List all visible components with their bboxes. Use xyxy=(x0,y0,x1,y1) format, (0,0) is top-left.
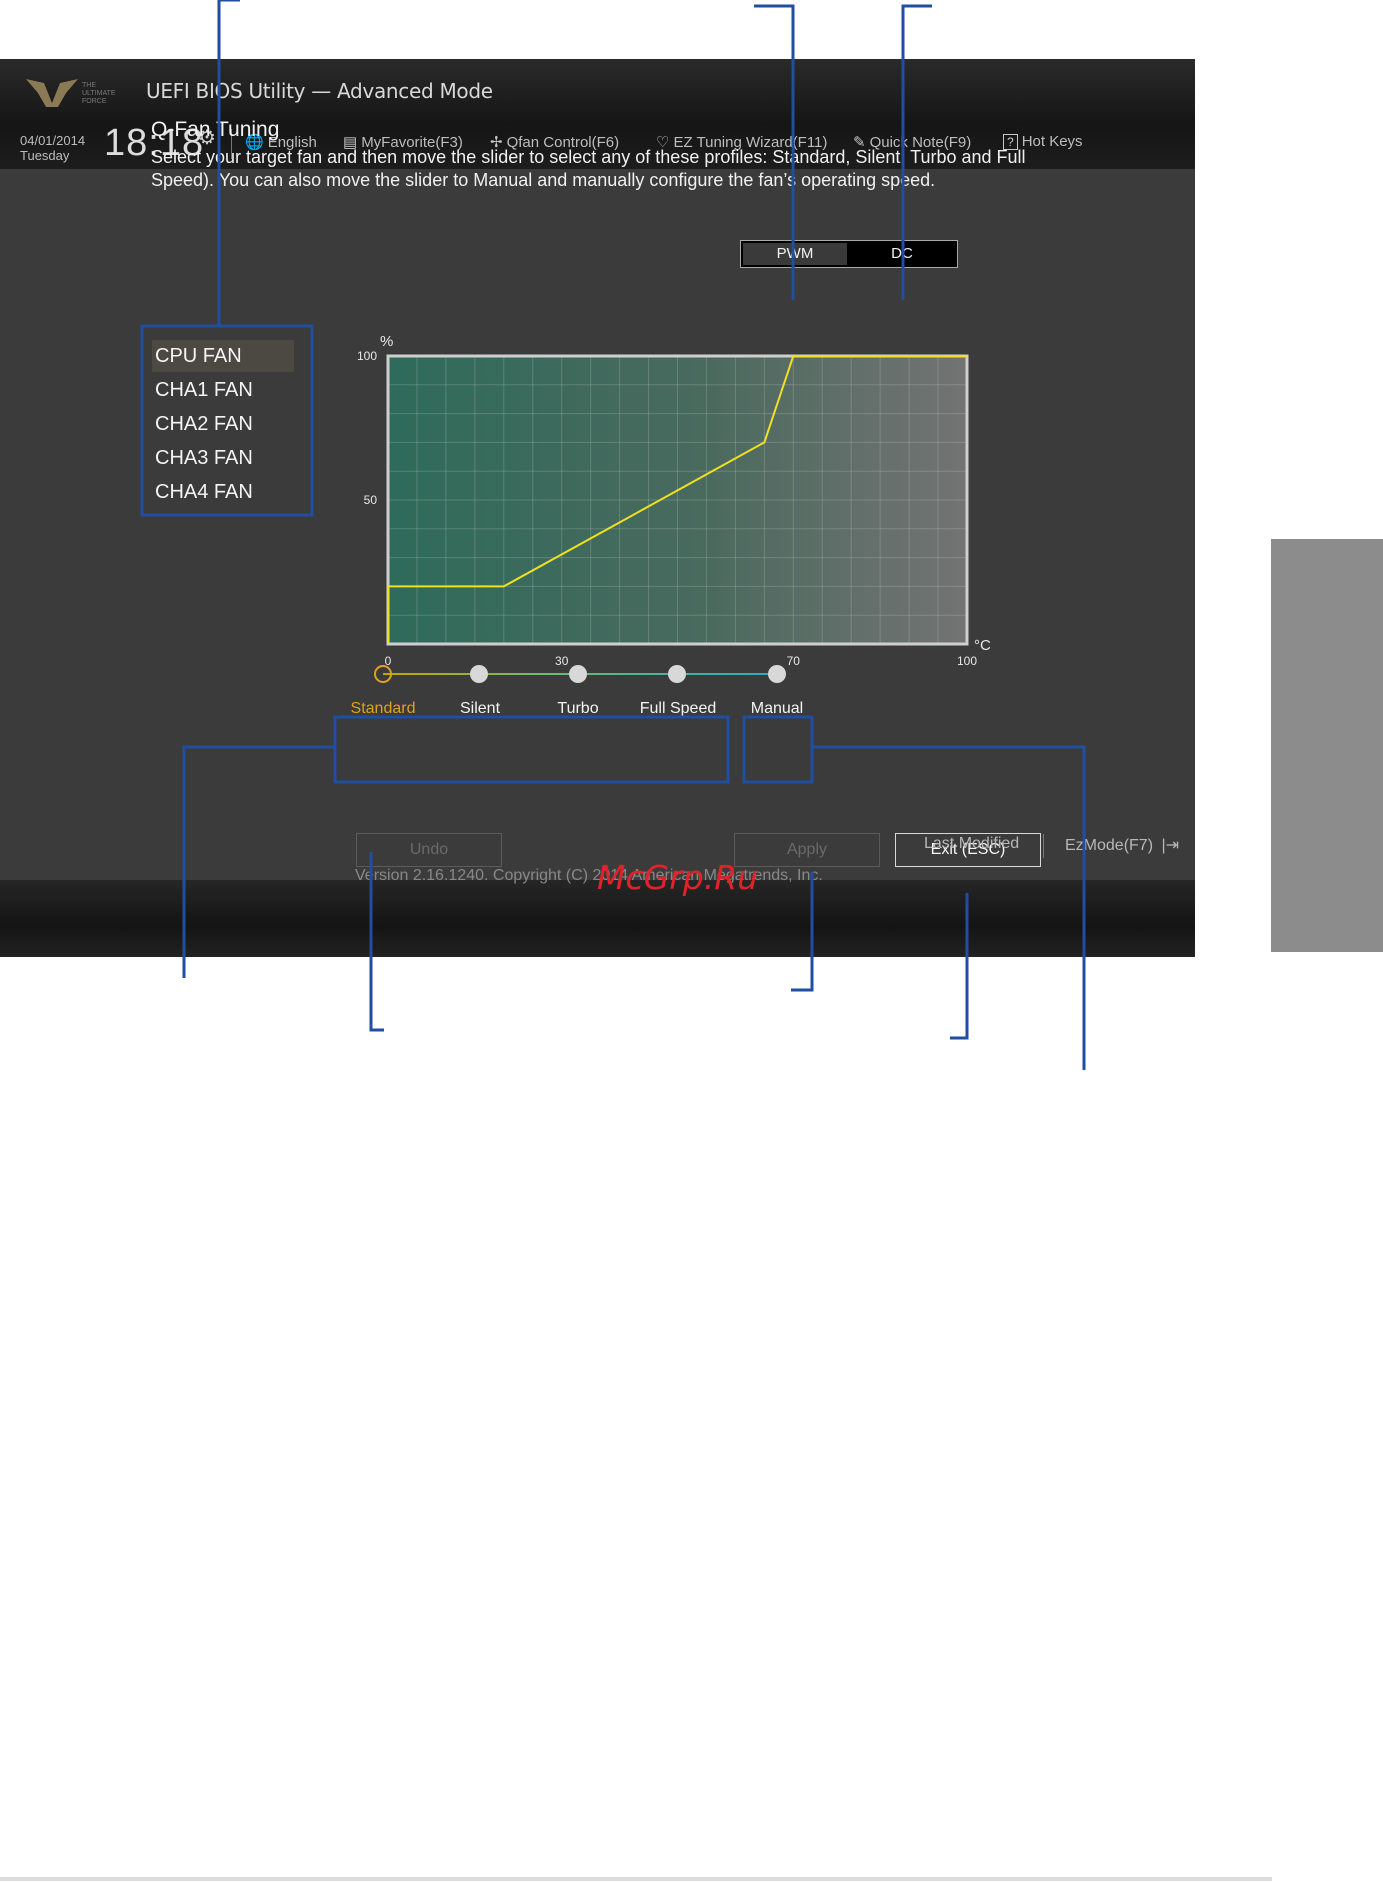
callout-lines xyxy=(140,0,1086,1070)
callout-line-exit xyxy=(950,893,969,1040)
callout-line-pwm xyxy=(754,4,795,300)
callout-box-profiles xyxy=(333,715,730,784)
callout-line-manual xyxy=(812,745,1086,1070)
callout-line-fan-list xyxy=(217,0,240,326)
callout-line-undo xyxy=(369,852,384,1032)
callout-line-dc xyxy=(901,4,932,300)
callout-line-profiles xyxy=(182,745,335,978)
callout-line-apply xyxy=(791,872,814,992)
callout-box-manual xyxy=(742,715,814,784)
callout-box-fan-list xyxy=(140,324,314,517)
page-rule xyxy=(0,1877,1272,1881)
